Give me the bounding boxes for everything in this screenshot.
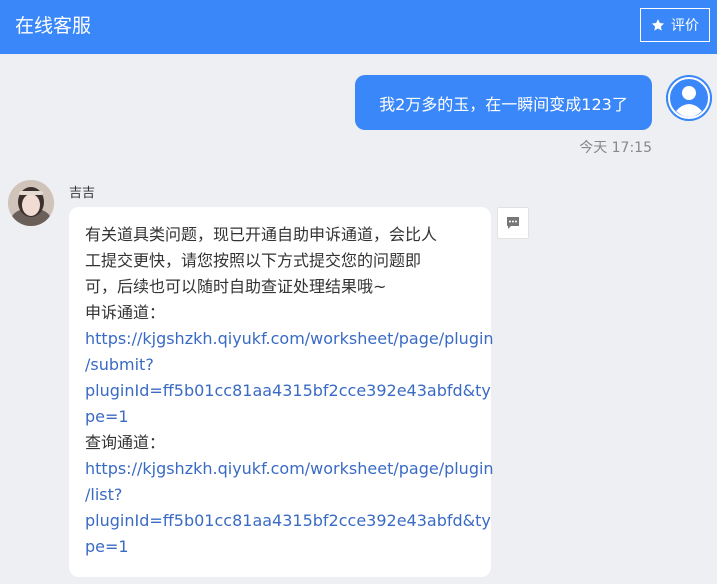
agent-message-line: 可，后续也可以随时自助查证处理结果哦~ — [85, 277, 387, 296]
star-icon — [651, 19, 665, 31]
header-bar: 在线客服 评价 — [0, 0, 717, 54]
query-channel-link[interactable]: pluginId=ff5b01cc81aa4315bf2cce392e43abf… — [85, 508, 491, 534]
agent-name: 吉吉 — [69, 186, 96, 201]
agent-avatar — [8, 180, 54, 226]
user-message-bubble: 我2万多的玉，在一瞬间变成123了 — [355, 75, 652, 130]
agent-message-line: 有关道具类问题，现已开通自助申诉通道，会比人 — [85, 225, 438, 244]
query-channel-link[interactable]: /list? — [85, 482, 477, 508]
message-timestamp: 今天 17:15 — [579, 140, 652, 156]
appeal-channel-link[interactable]: /submit? — [85, 352, 477, 378]
user-avatar-icon — [666, 75, 712, 121]
rate-button-label: 评价 — [671, 18, 699, 34]
agent-message-bubble: 有关道具类问题，现已开通自助申诉通道，会比人 工提交更快，请您按照以下方式提交您… — [69, 207, 494, 577]
chat-bubble-icon — [507, 217, 519, 229]
page-title: 在线客服 — [15, 15, 92, 37]
appeal-channel-link[interactable]: https://kjgshzkh.qiyukf.com/worksheet/pa… — [85, 326, 494, 352]
agent-message-line: 工提交更快，请您按照以下方式提交您的问题即 — [85, 251, 422, 270]
rate-button[interactable]: 评价 — [640, 8, 710, 42]
query-channel-link[interactable]: https://kjgshzkh.qiyukf.com/worksheet/pa… — [85, 456, 494, 482]
appeal-channel-link[interactable]: pluginId=ff5b01cc81aa4315bf2cce392e43abf… — [85, 378, 491, 404]
appeal-channel-link[interactable]: pe=1 — [85, 404, 477, 430]
reply-button[interactable] — [497, 207, 529, 239]
appeal-channel-label: 申诉通道： — [85, 303, 166, 322]
user-message-text: 我2万多的玉，在一瞬间变成123了 — [379, 94, 628, 114]
query-channel-link[interactable]: pe=1 — [85, 534, 477, 560]
query-channel-label: 查询通道： — [85, 433, 166, 452]
